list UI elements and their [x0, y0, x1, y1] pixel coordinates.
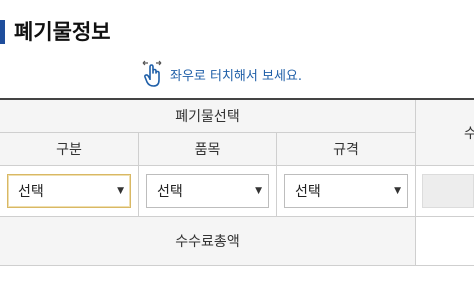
spec-select-value: 선택 [295, 184, 321, 200]
total-fee-value [416, 217, 474, 266]
col-divider [138, 133, 139, 216]
total-fee-label: 수수료총액 [0, 217, 415, 266]
chevron-down-icon: ▼ [117, 186, 124, 196]
partial-header-text: 수 [464, 125, 474, 142]
touch-swipe-icon [140, 58, 164, 88]
header-spec: 규격 [277, 133, 415, 166]
header-category: 구분 [0, 133, 138, 166]
swipe-hint-text: 좌우로 터치해서 보세요. [170, 68, 302, 84]
header-waste-selection: 폐기물선택 [0, 100, 415, 133]
col-divider [276, 133, 277, 216]
chevron-down-icon: ▼ [255, 186, 262, 196]
header-partial: 수 [416, 100, 474, 166]
chevron-down-icon: ▼ [394, 186, 401, 196]
header-item: 품목 [139, 133, 276, 166]
title-accent-bar [0, 20, 5, 44]
item-select-value: 선택 [157, 184, 183, 200]
category-select[interactable]: 선택 ▼ [7, 174, 131, 208]
quantity-input[interactable] [422, 174, 474, 208]
spec-select[interactable]: 선택 ▼ [284, 174, 408, 208]
item-select[interactable]: 선택 ▼ [146, 174, 269, 208]
category-select-value: 선택 [18, 184, 44, 200]
swipe-hint: 좌우로 터치해서 보세요. [140, 58, 302, 88]
page-title: 폐기물정보 [14, 20, 111, 44]
